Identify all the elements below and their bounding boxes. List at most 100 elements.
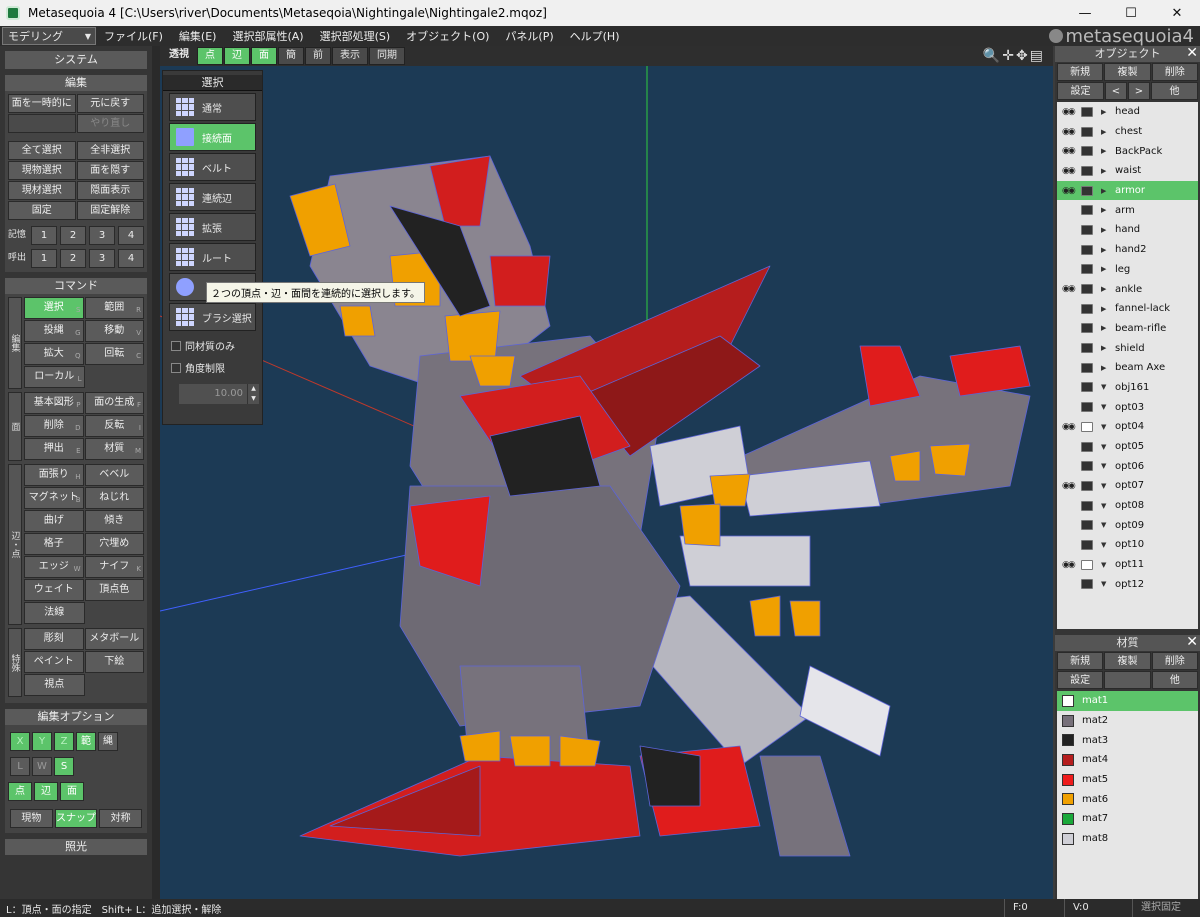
range-button[interactable]: 範 xyxy=(76,732,96,751)
command-button[interactable]: 彫刻 xyxy=(24,628,84,650)
maximize-button[interactable]: ☐ xyxy=(1108,0,1154,26)
lws-w-button[interactable]: W xyxy=(32,757,52,776)
lock-icon[interactable] xyxy=(1081,323,1093,334)
object-list-item[interactable]: ◉◉ ▼ opt12 xyxy=(1057,575,1198,595)
eye-icon[interactable]: ◉◉ xyxy=(1062,166,1076,176)
command-button[interactable]: 格子 xyxy=(24,533,84,555)
lock-icon[interactable] xyxy=(1081,382,1093,393)
object-list-item[interactable]: ◉◉ ▶ armor xyxy=(1057,180,1198,201)
select-mode-button[interactable]: ブラシ選択 xyxy=(169,303,256,331)
lock-icon[interactable] xyxy=(1081,126,1093,137)
edit-option-header[interactable]: 編集オプション xyxy=(5,709,147,725)
expand-triangle-icon[interactable]: ▼ xyxy=(1101,502,1111,510)
eye-icon[interactable]: ◉◉ xyxy=(1062,382,1076,392)
expand-triangle-icon[interactable]: ▶ xyxy=(1101,265,1111,273)
eye-icon[interactable]: ◉◉ xyxy=(1062,461,1076,471)
memory-slot-1[interactable]: 1 xyxy=(31,226,57,245)
lock-icon[interactable] xyxy=(1081,165,1093,176)
lock-icon[interactable] xyxy=(1081,441,1093,452)
recall-slot-2[interactable]: 2 xyxy=(60,249,86,268)
system-header[interactable]: システム xyxy=(5,51,147,69)
eye-icon[interactable]: ◉◉ xyxy=(1062,402,1076,412)
eye-icon[interactable]: ◉◉ xyxy=(1062,323,1076,333)
command-button[interactable]: マグネット B xyxy=(24,487,84,509)
command-button[interactable]: ウェイト xyxy=(24,579,84,601)
material-button[interactable]: 削除 xyxy=(1151,652,1198,670)
command-button[interactable]: 穴埋め xyxy=(84,533,144,555)
lock-icon[interactable] xyxy=(1081,520,1093,531)
recall-slot-1[interactable]: 1 xyxy=(31,249,57,268)
memory-slot-4[interactable]: 4 xyxy=(118,226,144,245)
object-list-item[interactable]: ◉◉ ▶ hand xyxy=(1057,220,1198,240)
object-list-item[interactable]: ◉◉ ▼ obj161 xyxy=(1057,378,1198,398)
lws-s-button[interactable]: S xyxy=(54,757,74,776)
command-button[interactable]: 下絵 xyxy=(84,651,144,673)
command-button[interactable]: 拡大 Q xyxy=(24,343,84,365)
edit-button[interactable]: 全非選択 xyxy=(76,141,144,160)
object-button[interactable]: 複製 xyxy=(1104,63,1151,81)
edit-button[interactable]: 面を隠す xyxy=(76,161,144,180)
view-toggle-button[interactable]: 面 xyxy=(251,47,277,65)
lock-icon[interactable] xyxy=(1081,362,1093,373)
command-button[interactable]: 頂点色 xyxy=(84,579,144,601)
axis-z-button[interactable]: Z xyxy=(54,732,74,751)
eye-icon[interactable]: ◉◉ xyxy=(1062,540,1076,550)
material-list[interactable]: mat1 mat2 mat3 mat4 mat5 mat6 mat7 mat8 xyxy=(1057,691,1198,901)
expand-triangle-icon[interactable]: ▶ xyxy=(1101,344,1111,352)
lock-icon[interactable] xyxy=(1081,461,1093,472)
eye-icon[interactable]: ◉◉ xyxy=(1062,520,1076,530)
material-list-item[interactable]: mat8 xyxy=(1057,829,1198,849)
command-button[interactable]: ローカル L xyxy=(24,366,85,388)
material-list-item[interactable]: mat3 xyxy=(1057,730,1198,750)
expand-triangle-icon[interactable]: ▶ xyxy=(1101,305,1111,313)
lock-icon[interactable] xyxy=(1081,559,1093,570)
select-mode-button[interactable]: 拡張 xyxy=(169,213,256,241)
lock-icon[interactable] xyxy=(1081,579,1093,590)
eye-icon[interactable]: ◉◉ xyxy=(1062,127,1076,137)
expand-triangle-icon[interactable]: ▼ xyxy=(1101,580,1111,588)
menu-panel[interactable]: パネル(P) xyxy=(497,28,561,44)
select-mode-button[interactable]: 接続面 xyxy=(169,123,256,151)
expand-triangle-icon[interactable]: ▶ xyxy=(1101,187,1111,195)
eye-icon[interactable]: ◉◉ xyxy=(1062,363,1076,373)
view-toggle-button[interactable]: 表示 xyxy=(332,47,368,65)
expand-triangle-icon[interactable]: ▶ xyxy=(1101,226,1111,234)
view-toggle-button[interactable]: 前 xyxy=(305,47,331,65)
view-navigation-icons[interactable]: 🔍✛✥▤ xyxy=(983,48,1045,64)
edit-button[interactable]: 固定解除 xyxy=(76,201,144,220)
command-button[interactable]: 反転 I xyxy=(84,415,144,437)
element-button[interactable]: 点 xyxy=(8,782,32,801)
object-list-item[interactable]: ◉◉ ▶ beam-rifle xyxy=(1057,319,1198,339)
material-button[interactable]: 他 xyxy=(1151,671,1198,689)
mode-select[interactable]: モデリング ▼ xyxy=(2,27,96,45)
expand-triangle-icon[interactable]: ▶ xyxy=(1101,108,1111,116)
material-list-item[interactable]: mat6 xyxy=(1057,789,1198,809)
object-button[interactable]: 削除 xyxy=(1151,63,1198,81)
eye-icon[interactable]: ◉◉ xyxy=(1062,225,1076,235)
expand-triangle-icon[interactable]: ▶ xyxy=(1101,147,1111,155)
command-button[interactable]: メタボール xyxy=(84,628,144,650)
selection-lock[interactable]: 選択固定 xyxy=(1132,899,1189,917)
material-list-item[interactable]: mat5 xyxy=(1057,770,1198,790)
eye-icon[interactable]: ◉◉ xyxy=(1062,422,1076,432)
command-button[interactable]: エッジ W xyxy=(24,556,84,578)
element-button[interactable]: 辺 xyxy=(34,782,58,801)
material-button[interactable] xyxy=(1104,671,1151,689)
command-button[interactable]: ナイフ K xyxy=(84,556,144,578)
command-button[interactable]: 法線 xyxy=(24,602,85,624)
command-button[interactable]: 曲げ xyxy=(24,510,84,532)
axis-x-button[interactable]: X xyxy=(10,732,30,751)
angle-input[interactable]: 10.00 ▲ ▼ xyxy=(179,384,259,404)
minimize-button[interactable]: — xyxy=(1062,0,1108,26)
checkbox-box[interactable] xyxy=(171,362,181,373)
lock-icon[interactable] xyxy=(1081,500,1093,511)
lasso-button[interactable]: 縄 xyxy=(98,732,118,751)
object-list-item[interactable]: ◉◉ ▶ arm xyxy=(1057,200,1198,220)
left-scrollbar[interactable] xyxy=(152,46,160,899)
expand-triangle-icon[interactable]: ▶ xyxy=(1101,324,1111,332)
eye-icon[interactable]: ◉◉ xyxy=(1062,481,1076,491)
lock-icon[interactable] xyxy=(1081,224,1093,235)
option-button[interactable]: 現物 xyxy=(10,809,53,828)
eye-icon[interactable]: ◉◉ xyxy=(1062,284,1076,294)
command-button[interactable]: 回転 C xyxy=(84,343,144,365)
